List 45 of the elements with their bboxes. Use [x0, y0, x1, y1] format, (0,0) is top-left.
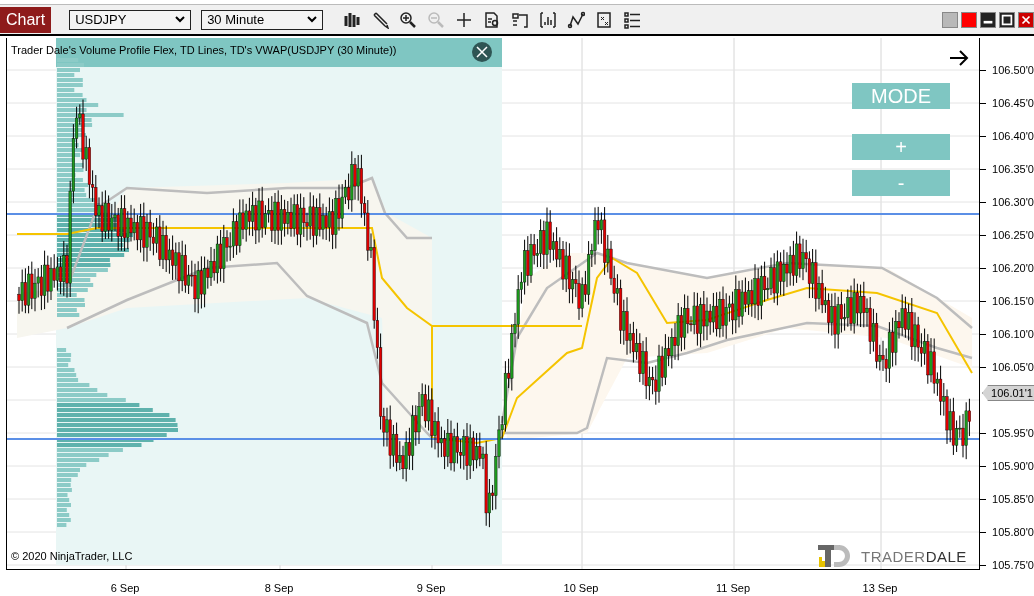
date-label: 10 Sep — [563, 582, 599, 594]
arrow-icon[interactable] — [949, 50, 969, 66]
properties-icon[interactable] — [511, 10, 530, 29]
price-label: 105.85'0 — [992, 493, 1034, 505]
price-label: 106.15'0 — [992, 295, 1034, 307]
date-label: 6 Sep — [110, 582, 140, 594]
price-label: 106.50'0 — [992, 64, 1034, 76]
close-icon[interactable] — [1018, 11, 1034, 28]
price-label: 105.90'0 — [992, 460, 1034, 472]
bar-chart-icon[interactable] — [343, 10, 362, 29]
instrument-dropdown[interactable]: USDJPY — [69, 9, 192, 30]
caret-icon[interactable] — [175, 16, 186, 23]
caret-icon[interactable] — [307, 16, 318, 23]
logo-text: TRADERDALE — [861, 547, 967, 565]
price-label: 106.25'0 — [992, 229, 1034, 241]
date-label: 8 Sep — [264, 582, 294, 594]
close-icon[interactable] — [472, 42, 492, 62]
chart-tab[interactable]: Chart — [0, 6, 52, 33]
price-label: 106.35'0 — [992, 163, 1034, 175]
date-label: 13 Sep — [862, 582, 898, 594]
pencil-icon[interactable] — [371, 10, 390, 29]
crosshair-icon[interactable] — [455, 10, 474, 29]
minimize-icon[interactable] — [980, 11, 996, 28]
price-label: 106.45'0 — [992, 97, 1034, 109]
date-label: 9 Sep — [416, 582, 446, 594]
date-label: 11 Sep — [715, 582, 751, 594]
maximize-icon[interactable] — [999, 11, 1015, 28]
window-button[interactable] — [961, 11, 977, 28]
list-icon[interactable] — [623, 10, 642, 29]
price-label: 105.95'0 — [992, 427, 1034, 439]
price-label: 105.75'0 — [992, 559, 1034, 571]
window-button[interactable] — [942, 11, 958, 28]
price-label: 106.10'0 — [992, 328, 1034, 340]
price-label: 106.20'0 — [992, 262, 1034, 274]
current-price-tag: 106.01'1 — [982, 385, 1034, 401]
price-label: 105.80'0 — [992, 526, 1034, 538]
price-label: 106.40'0 — [992, 130, 1034, 142]
zoom-in-icon[interactable] — [399, 10, 418, 29]
price-label: 106.05'0 — [992, 361, 1034, 373]
copyright-text: © 2020 NinjaTrader, LLC — [11, 550, 133, 562]
line-chart-icon[interactable] — [567, 10, 586, 29]
interval-dropdown[interactable]: 30 Minute — [201, 9, 324, 30]
indicator-icon[interactable] — [539, 10, 558, 29]
price-label: 106.30'0 — [992, 196, 1034, 208]
strategy-icon[interactable] — [595, 10, 614, 29]
